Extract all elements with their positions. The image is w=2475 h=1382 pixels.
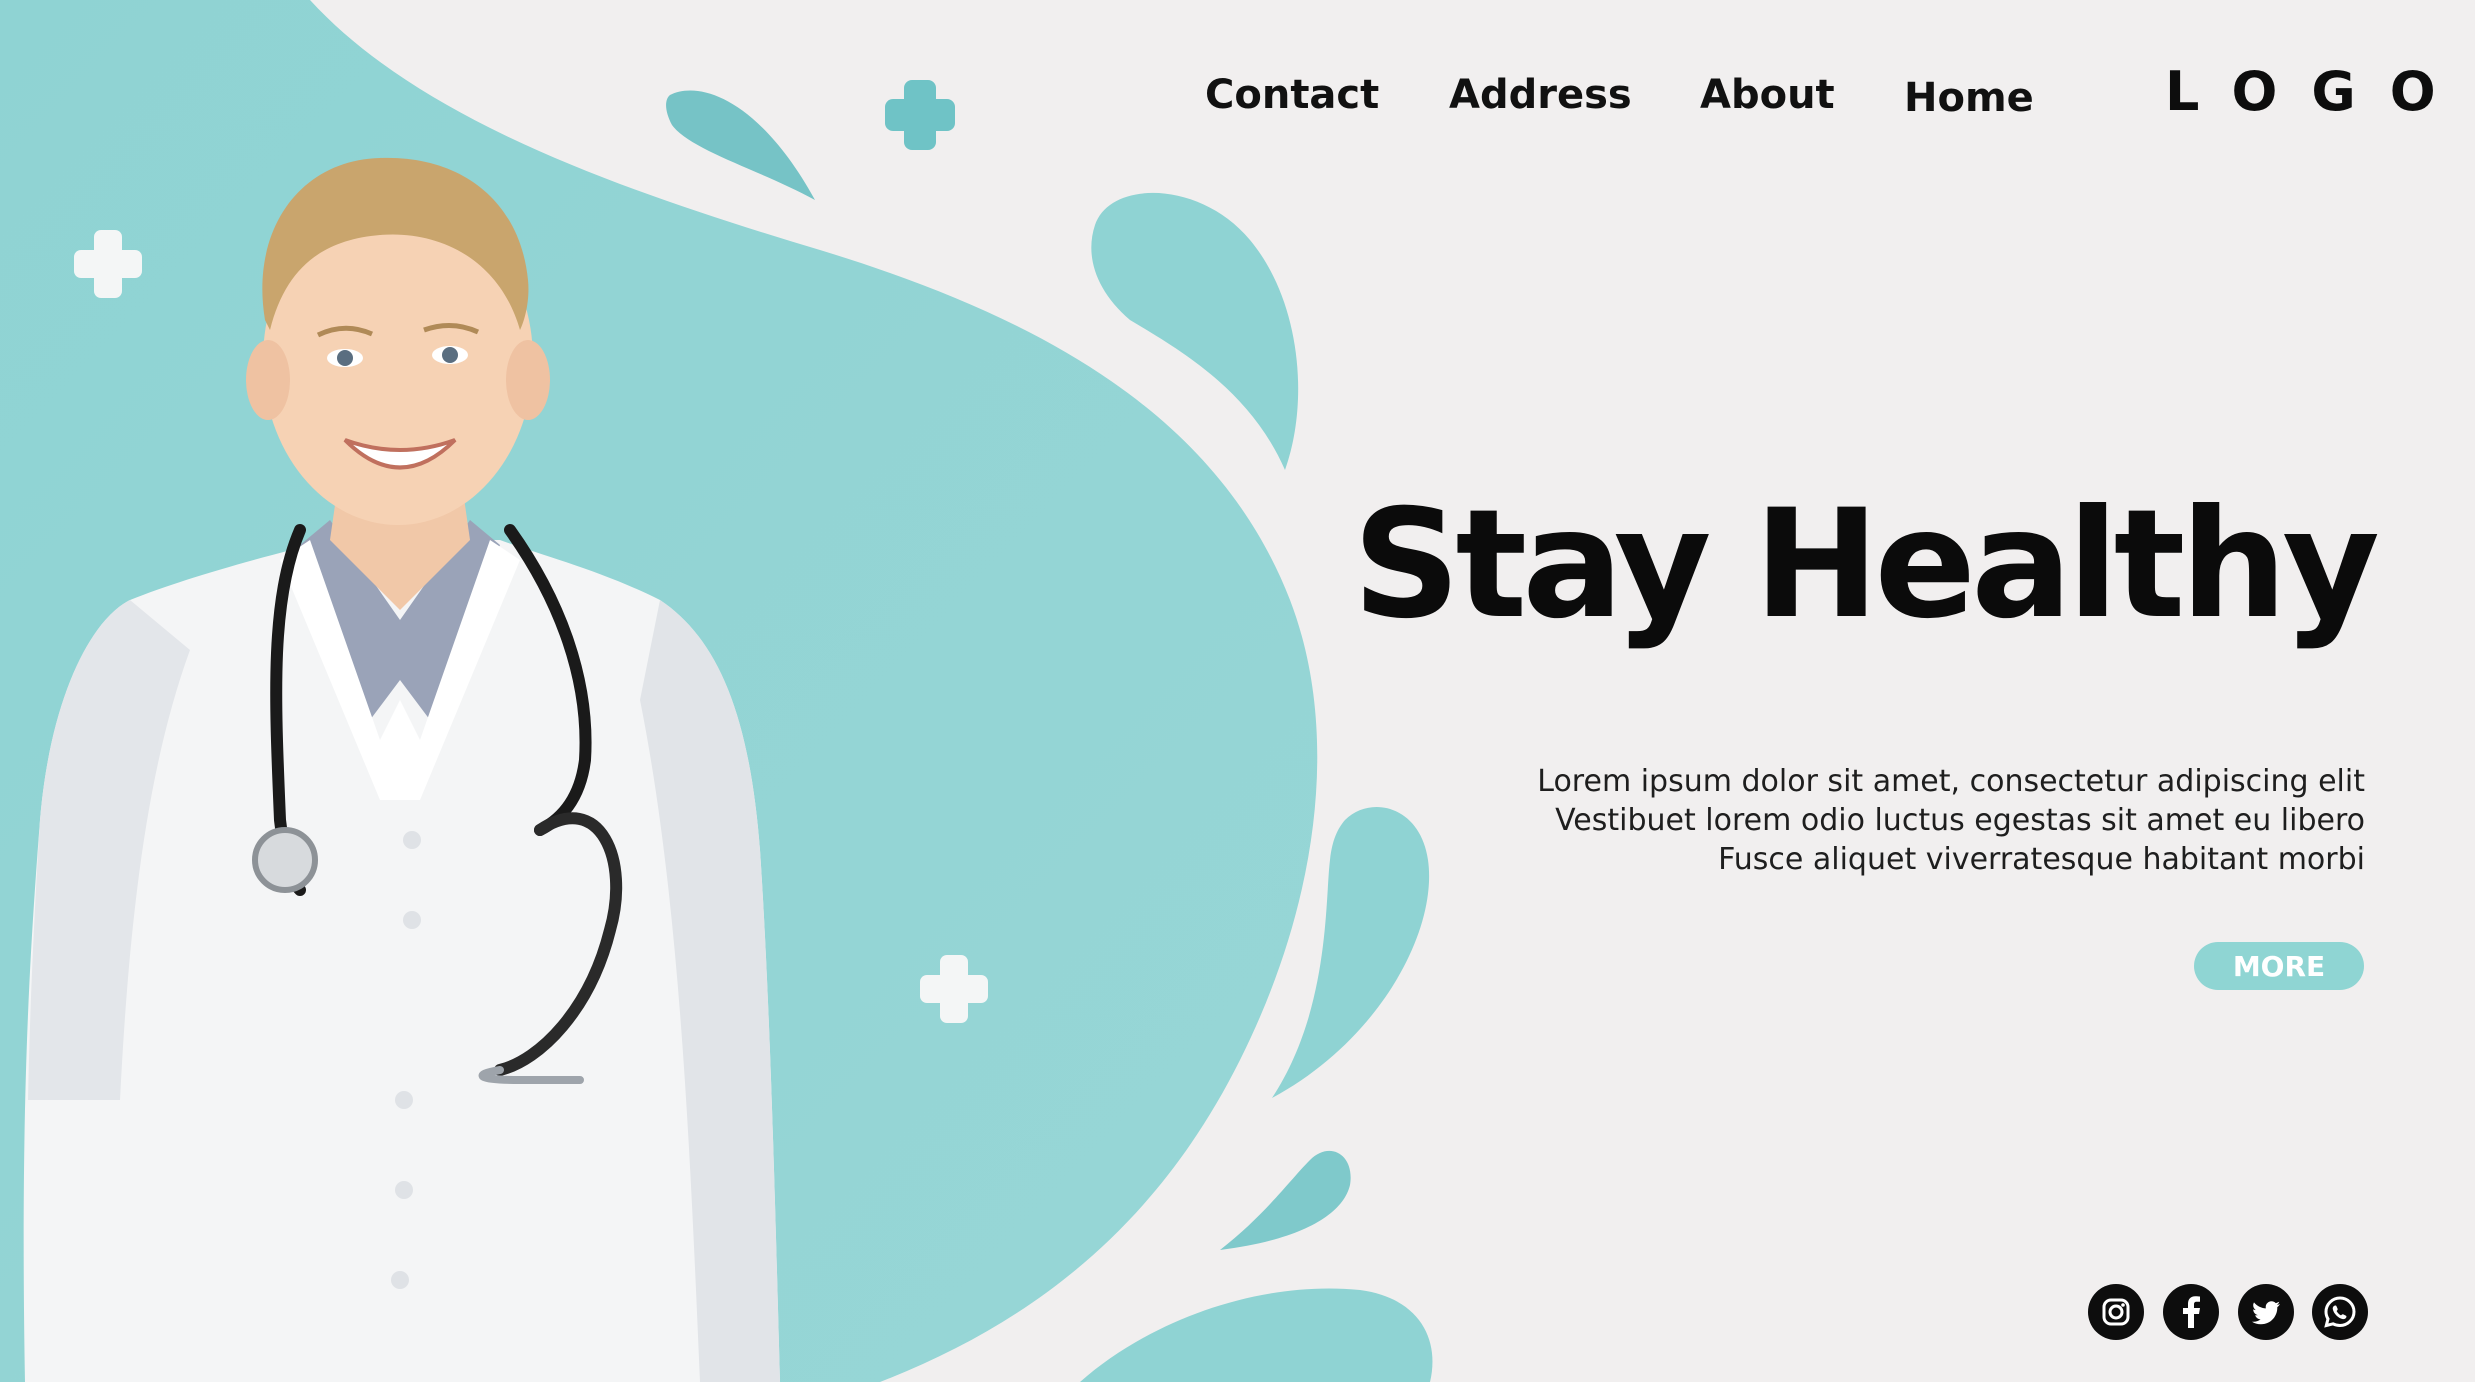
nav-link-contact[interactable]: Contact [1205, 72, 1379, 118]
hero-title: Stay Healthy [1352, 478, 2380, 652]
drop-shape [1220, 1150, 1351, 1250]
instagram-icon[interactable] [2088, 1284, 2144, 1340]
twitter-icon[interactable] [2238, 1284, 2294, 1340]
whatsapp-icon[interactable] [2312, 1284, 2368, 1340]
hero-description-line: Fusce aliquet viverratesque habitant mor… [1718, 842, 2365, 877]
nav-link-address[interactable]: Address [1449, 72, 1632, 118]
hero-description: Lorem ipsum dolor sit amet, consectetur … [1465, 762, 2365, 879]
top-navigation: Contact Address About Home [0, 72, 2475, 132]
nav-link-home[interactable]: Home [1904, 75, 2034, 121]
facebook-icon[interactable] [2163, 1284, 2219, 1340]
hero-description-line: Lorem ipsum dolor sit amet, consectetur … [1537, 764, 2365, 799]
drop-shape [1080, 1288, 1433, 1382]
doctor-boy-photo [23, 157, 781, 1382]
nav-link-about[interactable]: About [1700, 72, 1835, 118]
site-logo[interactable]: LOGO [2165, 60, 2470, 123]
more-button[interactable]: MORE [2194, 942, 2364, 990]
hero-description-line: Vestibuet lorem odio luctus egestas sit … [1555, 803, 2365, 838]
